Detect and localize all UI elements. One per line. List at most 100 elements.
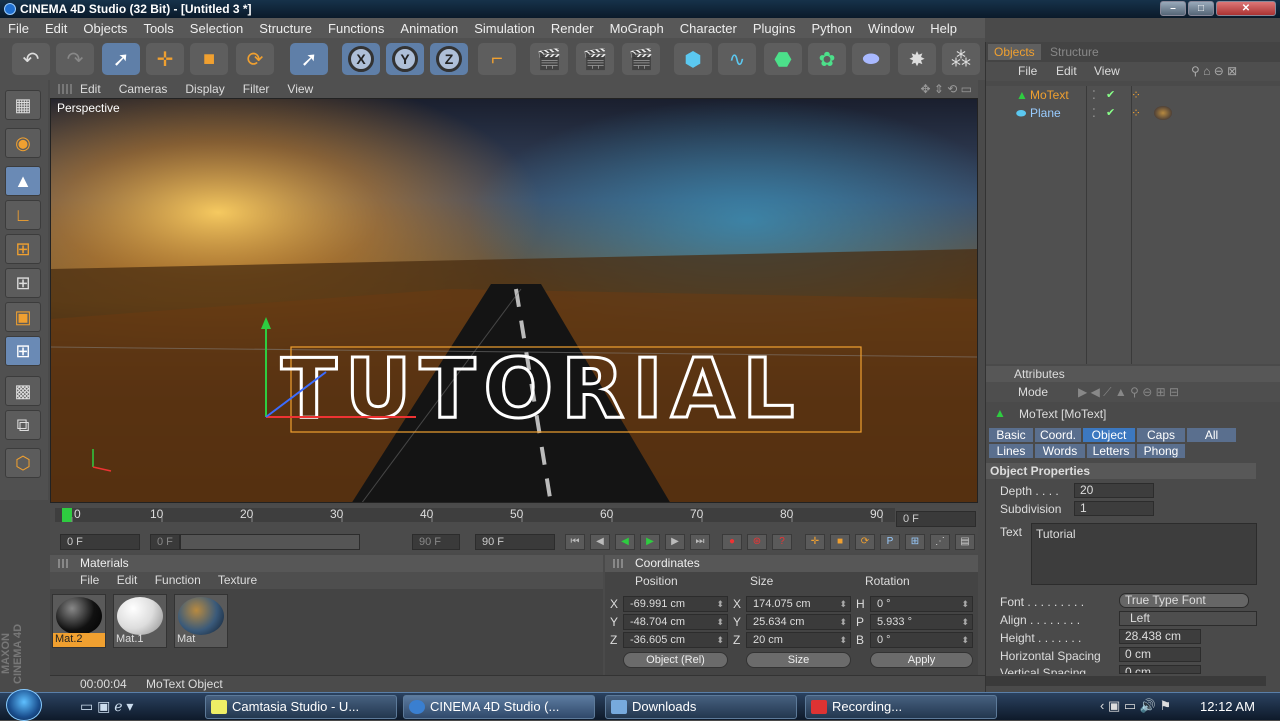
play-forwards-icon[interactable]: ▶ — [640, 534, 660, 550]
tab-object[interactable]: Object — [1083, 428, 1135, 442]
menu-objects[interactable]: Objects — [75, 21, 135, 36]
timeline-options-icon[interactable]: ▤ — [955, 534, 975, 550]
play-backwards-icon[interactable]: ◀ — [615, 534, 635, 550]
position-x-field[interactable]: -69.991 cm — [623, 596, 728, 612]
spline-icon[interactable]: ∿ — [718, 43, 756, 75]
object-row-motext[interactable]: ▲ MoText ⁚ ✔ ⁘ — [996, 88, 1276, 104]
viewport-menu-view[interactable]: View — [287, 82, 313, 96]
menu-selection[interactable]: Selection — [182, 21, 251, 36]
coordinate-system-icon[interactable]: ⌐ — [478, 43, 516, 75]
edges-mode-icon[interactable]: ⊞ — [5, 268, 41, 298]
start-button[interactable] — [6, 689, 42, 721]
keyframe-selection-icon[interactable]: ? — [772, 534, 792, 550]
rotation-h-field[interactable]: 0 ° — [870, 596, 973, 612]
menu-help[interactable]: Help — [922, 21, 965, 36]
array-icon[interactable]: ✿ — [808, 43, 846, 75]
render-view-icon[interactable]: 🎬 — [530, 43, 568, 75]
scale-icon[interactable]: ■ — [190, 43, 228, 75]
objects-menu-edit[interactable]: Edit — [1056, 62, 1077, 81]
current-frame-field[interactable]: 0 F — [896, 511, 976, 527]
rotation-b-field[interactable]: 0 ° — [870, 632, 973, 648]
uv-mode-icon[interactable]: ⊞ — [5, 336, 41, 366]
range-slider[interactable] — [180, 534, 360, 550]
align-select[interactable]: Left — [1119, 611, 1257, 626]
material-swatch[interactable]: Mat.2 — [52, 594, 106, 648]
workplane-icon[interactable]: ⬡ — [5, 448, 41, 478]
menu-edit[interactable]: Edit — [37, 21, 75, 36]
arrow-right-icon[interactable]: ▶ ◀ ⟋ ▲ ⚲ ⊖ ⊞ ⊟ — [1078, 382, 1179, 402]
close-button[interactable]: ✕ — [1216, 1, 1276, 16]
range-end-field[interactable]: 90 F — [412, 534, 460, 550]
menu-structure[interactable]: Structure — [251, 21, 320, 36]
move-icon[interactable]: ✛ — [146, 43, 184, 75]
coordinate-mode-select[interactable]: Object (Rel) — [623, 652, 728, 668]
tab-lines[interactable]: Lines — [989, 444, 1033, 458]
viewport-menu-display[interactable]: Display — [185, 82, 224, 96]
last-tool-icon[interactable]: ➚ — [290, 43, 328, 75]
tab-phong[interactable]: Phong — [1137, 444, 1185, 458]
points-mode-icon[interactable]: ⊞ — [5, 234, 41, 264]
menu-mograph[interactable]: MoGraph — [602, 21, 672, 36]
tab-objects[interactable]: Objects — [988, 44, 1041, 60]
menu-python[interactable]: Python — [803, 21, 859, 36]
viewport-menu-edit[interactable]: Edit — [80, 82, 101, 96]
font-select[interactable]: True Type Font — [1119, 593, 1249, 608]
viewport-nav-icons[interactable]: ✥ ⇕ ⟲ ▭ — [920, 82, 972, 96]
snap-icon[interactable]: ⧉ — [5, 410, 41, 440]
enabled-check-icon[interactable]: ✔ — [1106, 106, 1115, 119]
menu-plugins[interactable]: Plugins — [745, 21, 804, 36]
search-icon[interactable]: ⚲ ⌂ ⊖ ⊠ — [1191, 62, 1237, 81]
y-axis-lock-icon[interactable]: Y — [386, 43, 424, 75]
position-y-field[interactable]: -48.704 cm — [623, 614, 728, 630]
object-row-plane[interactable]: ⬬ Plane ⁚ ✔ ⁘ — [996, 106, 1276, 122]
cube-icon[interactable]: ⬢ — [674, 43, 712, 75]
rotate-icon[interactable]: ⟳ — [236, 43, 274, 75]
size-x-field[interactable]: 174.075 cm — [746, 596, 851, 612]
x-axis-lock-icon[interactable]: X — [342, 43, 380, 75]
tag-icon[interactable]: ⁘ — [1131, 88, 1141, 102]
tab-caps[interactable]: Caps — [1137, 428, 1185, 442]
key-scale-icon[interactable]: ■ — [830, 534, 850, 550]
attributes-scrollbar[interactable] — [986, 676, 1266, 686]
materials-menu-file[interactable]: File — [80, 573, 99, 587]
key-position-icon[interactable]: ✛ — [805, 534, 825, 550]
size-mode-select[interactable]: Size — [746, 652, 851, 668]
material-swatch[interactable]: Mat — [174, 594, 228, 648]
materials-menu-function[interactable]: Function — [155, 573, 201, 587]
layout-icon[interactable]: ▦ — [5, 90, 41, 120]
objects-menu-view[interactable]: View — [1094, 62, 1120, 81]
materials-menu-texture[interactable]: Texture — [218, 573, 257, 587]
materials-menu-edit[interactable]: Edit — [117, 573, 138, 587]
apply-button[interactable]: Apply — [870, 652, 973, 668]
taskbar-item-camtasia[interactable]: Camtasia Studio - U... — [205, 695, 397, 719]
depth-field[interactable]: 20 — [1074, 483, 1154, 498]
tray-icons[interactable]: ‹ ▣ ▭ 🔊 ⚑ — [1100, 698, 1171, 714]
undo-icon[interactable]: ↶ — [12, 43, 50, 75]
menu-render[interactable]: Render — [543, 21, 602, 36]
go-to-end-icon[interactable]: ⏭ — [690, 534, 710, 550]
maximize-button[interactable]: □ — [1188, 1, 1214, 16]
menu-file[interactable]: File — [0, 21, 37, 36]
autokey-icon[interactable]: ⊛ — [747, 534, 767, 550]
subdivision-field[interactable]: 1 — [1074, 501, 1154, 516]
position-z-field[interactable]: -36.605 cm — [623, 632, 728, 648]
tab-basic[interactable]: Basic — [989, 428, 1033, 442]
tab-coord[interactable]: Coord. — [1035, 428, 1081, 442]
menu-functions[interactable]: Functions — [320, 21, 392, 36]
material-swatch[interactable]: Mat.1 — [113, 594, 167, 648]
menu-character[interactable]: Character — [672, 21, 745, 36]
menu-simulation[interactable]: Simulation — [466, 21, 543, 36]
attributes-mode-menu[interactable]: Mode — [1018, 382, 1048, 402]
tab-structure[interactable]: Structure — [1044, 44, 1105, 60]
deformer-icon[interactable]: ⬬ — [852, 43, 890, 75]
tab-words[interactable]: Words — [1035, 444, 1085, 458]
render-settings-icon[interactable]: 🎬 — [622, 43, 660, 75]
redo-icon[interactable]: ↷ — [56, 43, 94, 75]
viewport-menu-cameras[interactable]: Cameras — [119, 82, 168, 96]
menu-window[interactable]: Window — [860, 21, 922, 36]
z-axis-lock-icon[interactable]: Z — [430, 43, 468, 75]
previous-frame-icon[interactable]: ◀ — [590, 534, 610, 550]
scene-icon[interactable]: ✸ — [898, 43, 936, 75]
visibility-dots-icon[interactable]: ⁚ — [1092, 106, 1096, 120]
taskbar-clock[interactable]: 12:12 AM — [1200, 693, 1255, 720]
